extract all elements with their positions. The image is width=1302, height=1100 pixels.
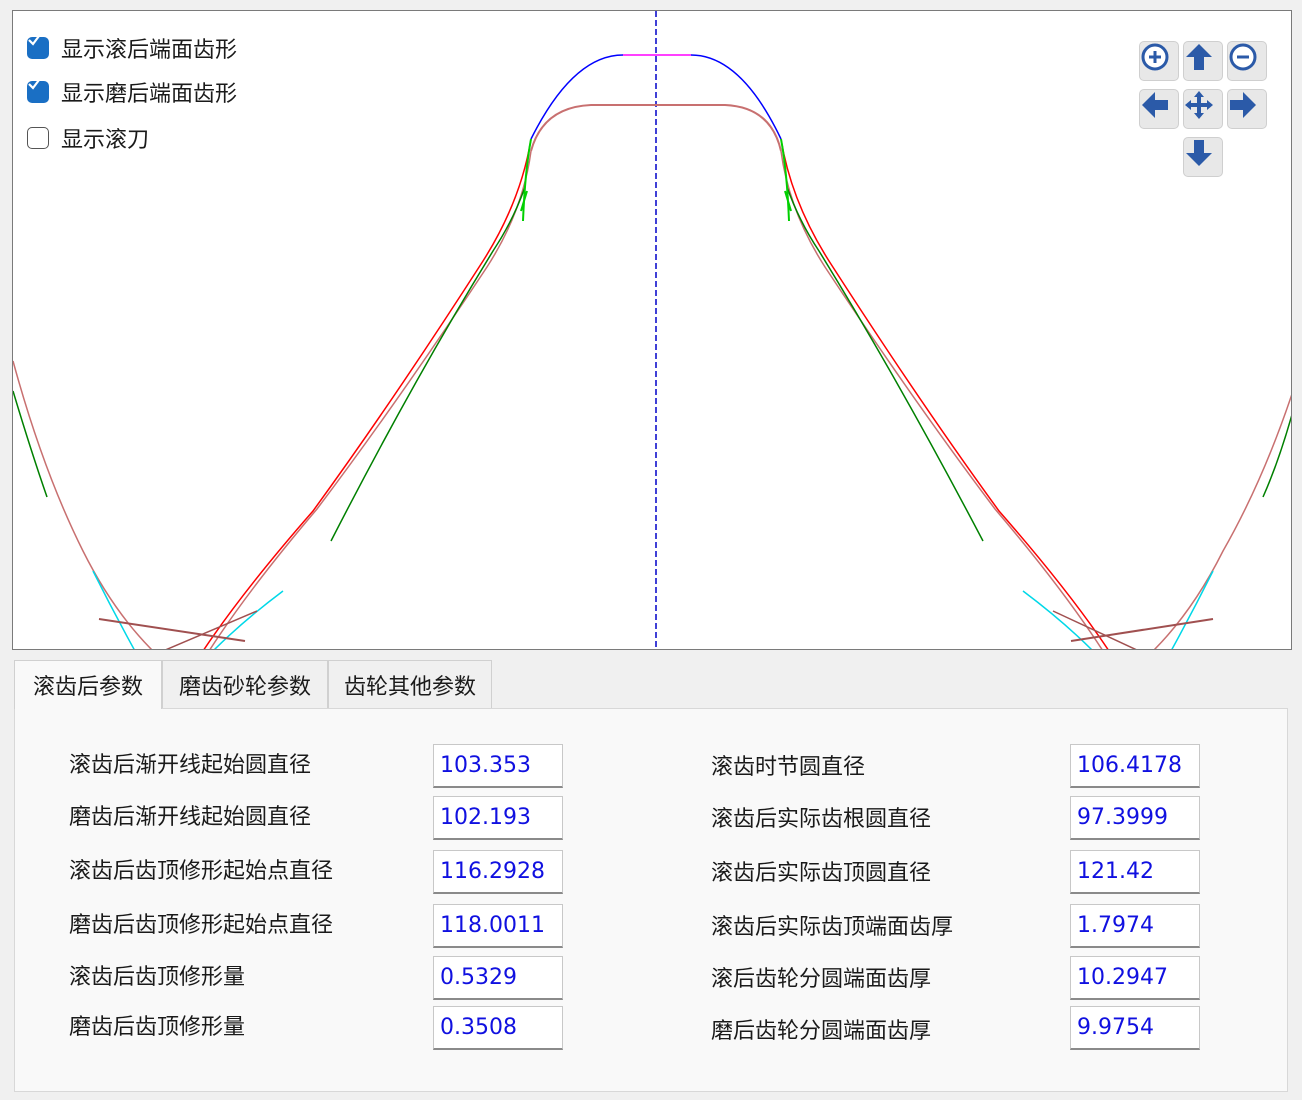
param-label: 磨齿后齿顶修形量 <box>69 1015 246 1040</box>
arrow-down-icon <box>1186 140 1212 166</box>
zoom-in-icon <box>1141 43 1169 71</box>
left-flank-ground <box>209 150 532 649</box>
param-value-field[interactable]: 10.2947 <box>1070 956 1200 1000</box>
tab-hob-params[interactable]: 滚齿后参数 <box>14 660 162 709</box>
checkbox-box[interactable] <box>27 79 49 103</box>
pan-center-button[interactable] <box>1183 89 1223 129</box>
param-label: 滚齿后齿顶修形量 <box>69 965 246 990</box>
checkbox-label: 显示滚刀 <box>61 128 150 153</box>
param-label: 磨齿后齿顶修形起始点直径 <box>69 913 334 938</box>
param-value-field[interactable]: 106.4178 <box>1070 744 1200 788</box>
right-flank-ground <box>780 150 1103 649</box>
param-label: 滚齿后渐开线起始圆直径 <box>69 753 312 778</box>
far-right-cyan <box>1022 570 1214 649</box>
param-value-field[interactable]: 103.353 <box>433 744 563 788</box>
right-flank-hob <box>780 138 1109 649</box>
param-value-field[interactable]: 0.3508 <box>433 1006 563 1050</box>
far-left-cyan <box>92 570 284 649</box>
check-icon <box>28 35 40 46</box>
param-value-field[interactable]: 1.7974 <box>1070 904 1200 948</box>
param-label: 滚齿后齿顶修形起始点直径 <box>69 859 334 884</box>
show-grind-profile-checkbox[interactable]: 显示磨后端面齿形 <box>27 77 237 107</box>
right-tip-bright-green <box>780 138 792 222</box>
far-right-flank <box>1153 394 1291 649</box>
check-icon <box>28 79 40 90</box>
zoom-out-button[interactable] <box>1227 41 1267 81</box>
far-right-green <box>1262 415 1291 498</box>
tab-gear-other-params[interactable]: 齿轮其他参数 <box>328 660 492 708</box>
show-hob-profile-checkbox[interactable]: 显示滚后端面齿形 <box>27 33 237 63</box>
pan-down-button[interactable] <box>1183 137 1223 177</box>
param-label: 滚后齿轮分圆端面齿厚 <box>711 967 932 992</box>
checkbox-label: 显示磨后端面齿形 <box>61 82 238 107</box>
zoom-out-icon <box>1229 43 1257 71</box>
params-panel: 滚齿后渐开线起始圆直径 磨齿后渐开线起始圆直径 滚齿后齿顶修形起始点直径 磨齿后… <box>14 708 1288 1092</box>
param-value-field[interactable]: 102.193 <box>433 796 563 840</box>
param-value-field[interactable]: 118.0011 <box>433 904 563 948</box>
arrow-left-icon <box>1142 92 1168 118</box>
param-value-field[interactable]: 97.3999 <box>1070 796 1200 840</box>
param-value-field[interactable]: 0.5329 <box>433 956 563 1000</box>
far-left-flank <box>13 360 153 649</box>
checkbox-box[interactable] <box>27 127 49 149</box>
pan-left-button[interactable] <box>1139 89 1179 129</box>
left-flank-hob <box>203 138 532 649</box>
pan-right-button[interactable] <box>1227 89 1267 129</box>
far-right-brown-line-b <box>1052 610 1137 649</box>
pan-up-button[interactable] <box>1183 41 1223 81</box>
far-left-green <box>13 390 48 498</box>
param-value-field[interactable]: 9.9754 <box>1070 1006 1200 1050</box>
param-label: 滚齿后实际齿顶圆直径 <box>711 861 932 886</box>
left-tip-bright-green <box>520 138 532 222</box>
show-hob-cutter-checkbox[interactable]: 显示滚刀 <box>27 123 149 153</box>
param-label: 滚齿后实际齿根圆直径 <box>711 807 932 832</box>
tab-grinding-wheel-params[interactable]: 磨齿砂轮参数 <box>162 660 328 708</box>
checkbox-box[interactable] <box>27 35 49 59</box>
arrow-right-icon <box>1230 92 1256 118</box>
arrow-up-icon <box>1186 44 1212 70</box>
param-label: 滚齿时节圆直径 <box>711 755 866 780</box>
param-label: 滚齿后实际齿顶端面齿厚 <box>711 915 954 940</box>
param-label: 磨齿后渐开线起始圆直径 <box>69 805 312 830</box>
param-value-field[interactable]: 121.42 <box>1070 850 1200 894</box>
profile-canvas[interactable]: 显示滚后端面齿形 显示磨后端面齿形 显示滚刀 <box>12 10 1292 650</box>
zoom-in-button[interactable] <box>1139 41 1179 81</box>
param-label: 磨后齿轮分圆端面齿厚 <box>711 1019 932 1044</box>
pan-center-icon <box>1185 91 1213 119</box>
param-value-field[interactable]: 116.2928 <box>433 850 563 894</box>
checkbox-label: 显示滚后端面齿形 <box>61 38 238 63</box>
